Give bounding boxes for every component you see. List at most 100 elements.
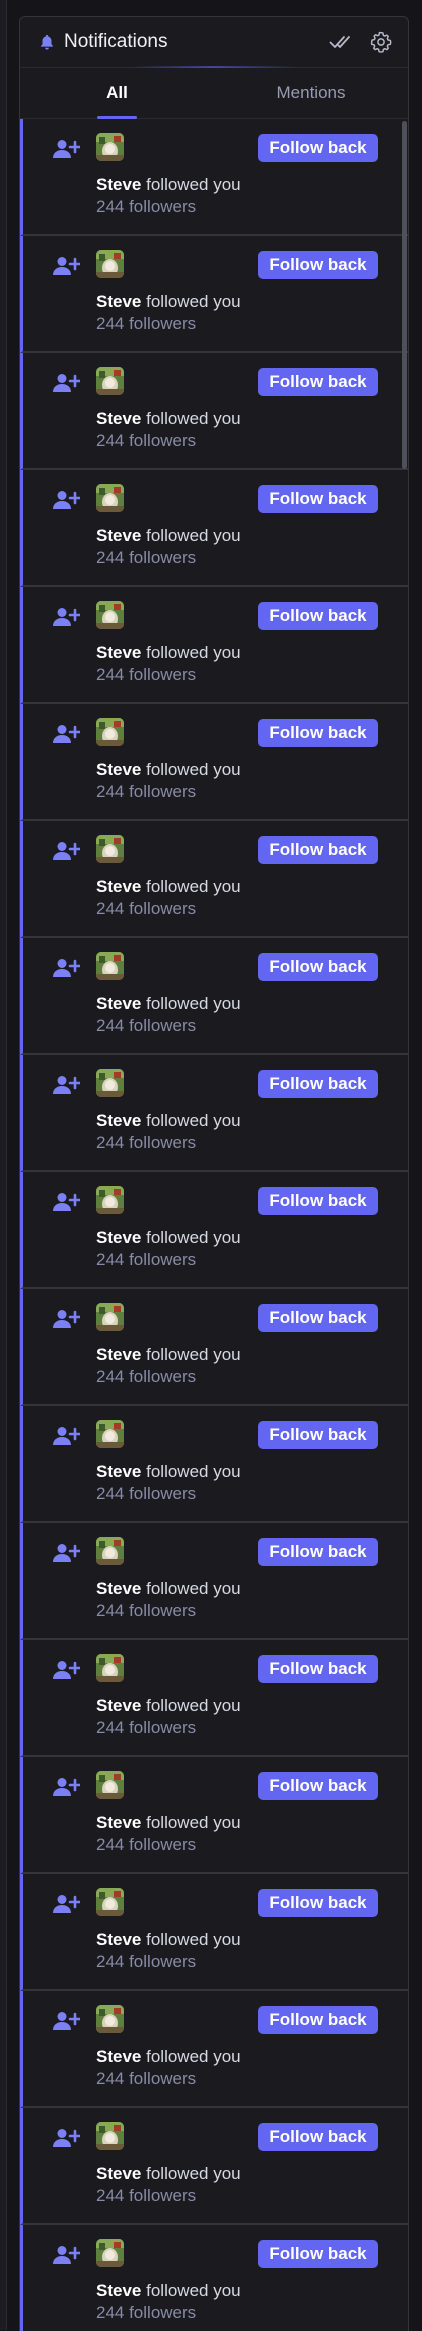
avatar[interactable] <box>96 1069 124 1097</box>
user-name[interactable]: Steve <box>96 2047 141 2066</box>
settings-button[interactable] <box>366 27 396 57</box>
follow-back-button[interactable]: Follow back <box>258 1304 378 1332</box>
user-name[interactable]: Steve <box>96 760 141 779</box>
follow-back-button[interactable]: Follow back <box>258 1421 378 1449</box>
follow-back-button[interactable]: Follow back <box>258 953 378 981</box>
follow-back-button[interactable]: Follow back <box>258 251 378 279</box>
action-text: followed you <box>146 1813 241 1832</box>
follow-back-button[interactable]: Follow back <box>258 1187 378 1215</box>
follower-count: 244 followers <box>96 431 197 450</box>
notification-item[interactable]: Follow back Steve followed you 244 follo… <box>20 1406 408 1523</box>
follow-back-button[interactable]: Follow back <box>258 2006 378 2034</box>
user-name[interactable]: Steve <box>96 526 141 545</box>
avatar[interactable] <box>96 1303 124 1331</box>
notification-text: Steve followed you <box>96 1111 241 1131</box>
user-name[interactable]: Steve <box>96 1111 141 1130</box>
notification-item[interactable]: Follow back Steve followed you 244 follo… <box>20 2225 408 2331</box>
notification-item[interactable]: Follow back Steve followed you 244 follo… <box>20 236 408 353</box>
user-name[interactable]: Steve <box>96 1345 141 1364</box>
avatar[interactable] <box>96 1186 124 1214</box>
user-name[interactable]: Steve <box>96 2281 141 2300</box>
follower-count: 244 followers <box>96 1718 197 1737</box>
follow-back-button[interactable]: Follow back <box>258 2240 378 2268</box>
avatar[interactable] <box>96 835 124 863</box>
user-name[interactable]: Steve <box>96 1579 141 1598</box>
user-name[interactable]: Steve <box>96 877 141 896</box>
notification-item[interactable]: Follow back Steve followed you 244 follo… <box>20 704 408 821</box>
notification-item[interactable]: Follow back Steve followed you 244 follo… <box>20 1172 408 1289</box>
notification-item[interactable]: Follow back Steve followed you 244 follo… <box>20 353 408 470</box>
bell-icon <box>41 34 53 50</box>
avatar[interactable] <box>96 1654 124 1682</box>
notification-item[interactable]: Follow back Steve followed you 244 follo… <box>20 470 408 587</box>
notification-text: Steve followed you <box>96 1345 241 1365</box>
notification-item[interactable]: Follow back Steve followed you 244 follo… <box>20 1640 408 1757</box>
user-name[interactable]: Steve <box>96 292 141 311</box>
follow-back-button[interactable]: Follow back <box>258 836 378 864</box>
mark-all-read-button[interactable] <box>326 27 356 57</box>
notification-item[interactable]: Follow back Steve followed you 244 follo… <box>20 1991 408 2108</box>
user-plus-icon <box>53 374 80 392</box>
follower-count: 244 followers <box>96 1601 197 1620</box>
user-plus-icon <box>53 1076 80 1094</box>
follow-back-button[interactable]: Follow back <box>258 134 378 162</box>
avatar[interactable] <box>96 484 124 512</box>
notification-item[interactable]: Follow back Steve followed you 244 follo… <box>20 2108 408 2225</box>
avatar[interactable] <box>96 952 124 980</box>
avatar[interactable] <box>96 250 124 278</box>
notification-item[interactable]: Follow back Steve followed you 244 follo… <box>20 1874 408 1991</box>
notification-item[interactable]: Follow back Steve followed you 244 follo… <box>20 1757 408 1874</box>
user-name[interactable]: Steve <box>96 409 141 428</box>
avatar[interactable] <box>96 1537 124 1565</box>
action-text: followed you <box>146 1345 241 1364</box>
user-name[interactable]: Steve <box>96 1813 141 1832</box>
follow-back-button[interactable]: Follow back <box>258 1889 378 1917</box>
notification-item[interactable]: Follow back Steve followed you 244 follo… <box>20 119 408 236</box>
notification-item[interactable]: Follow back Steve followed you 244 follo… <box>20 1289 408 1406</box>
follow-back-button[interactable]: Follow back <box>258 485 378 513</box>
follow-back-button[interactable]: Follow back <box>258 602 378 630</box>
avatar[interactable] <box>96 1771 124 1799</box>
follow-back-button[interactable]: Follow back <box>258 1070 378 1098</box>
user-plus-icon <box>53 725 80 743</box>
follow-back-button[interactable]: Follow back <box>258 368 378 396</box>
notification-item[interactable]: Follow back Steve followed you 244 follo… <box>20 938 408 1055</box>
avatar[interactable] <box>96 2239 124 2267</box>
user-name[interactable]: Steve <box>96 1462 141 1481</box>
tab-all[interactable]: All <box>20 68 214 119</box>
scrollbar-thumb[interactable] <box>402 121 407 469</box>
user-name[interactable]: Steve <box>96 994 141 1013</box>
notification-text: Steve followed you <box>96 526 241 546</box>
avatar[interactable] <box>96 1888 124 1916</box>
avatar[interactable] <box>96 718 124 746</box>
notification-item[interactable]: Follow back Steve followed you 244 follo… <box>20 821 408 938</box>
notification-item[interactable]: Follow back Steve followed you 244 follo… <box>20 587 408 704</box>
avatar[interactable] <box>96 601 124 629</box>
notification-list: Follow back Steve followed you 244 follo… <box>20 119 408 2331</box>
user-name[interactable]: Steve <box>96 1696 141 1715</box>
notification-text: Steve followed you <box>96 409 241 429</box>
notification-item[interactable]: Follow back Steve followed you 244 follo… <box>20 1055 408 1172</box>
follower-count: 244 followers <box>96 548 197 567</box>
avatar[interactable] <box>96 2122 124 2150</box>
avatar[interactable] <box>96 133 124 161</box>
follow-back-button[interactable]: Follow back <box>258 1772 378 1800</box>
user-name[interactable]: Steve <box>96 175 141 194</box>
avatar[interactable] <box>96 2005 124 2033</box>
avatar[interactable] <box>96 1420 124 1448</box>
follow-back-button[interactable]: Follow back <box>258 1538 378 1566</box>
user-name[interactable]: Steve <box>96 2164 141 2183</box>
user-name[interactable]: Steve <box>96 1228 141 1247</box>
left-panel-edge <box>0 0 7 2330</box>
follow-back-button[interactable]: Follow back <box>258 2123 378 2151</box>
user-plus-icon <box>53 842 80 860</box>
user-plus-icon <box>53 608 80 626</box>
user-name[interactable]: Steve <box>96 1930 141 1949</box>
notification-item[interactable]: Follow back Steve followed you 244 follo… <box>20 1523 408 1640</box>
follow-back-button[interactable]: Follow back <box>258 1655 378 1683</box>
tab-mentions[interactable]: Mentions <box>214 68 408 118</box>
follower-count: 244 followers <box>96 899 197 918</box>
follow-back-button[interactable]: Follow back <box>258 719 378 747</box>
user-name[interactable]: Steve <box>96 643 141 662</box>
avatar[interactable] <box>96 367 124 395</box>
